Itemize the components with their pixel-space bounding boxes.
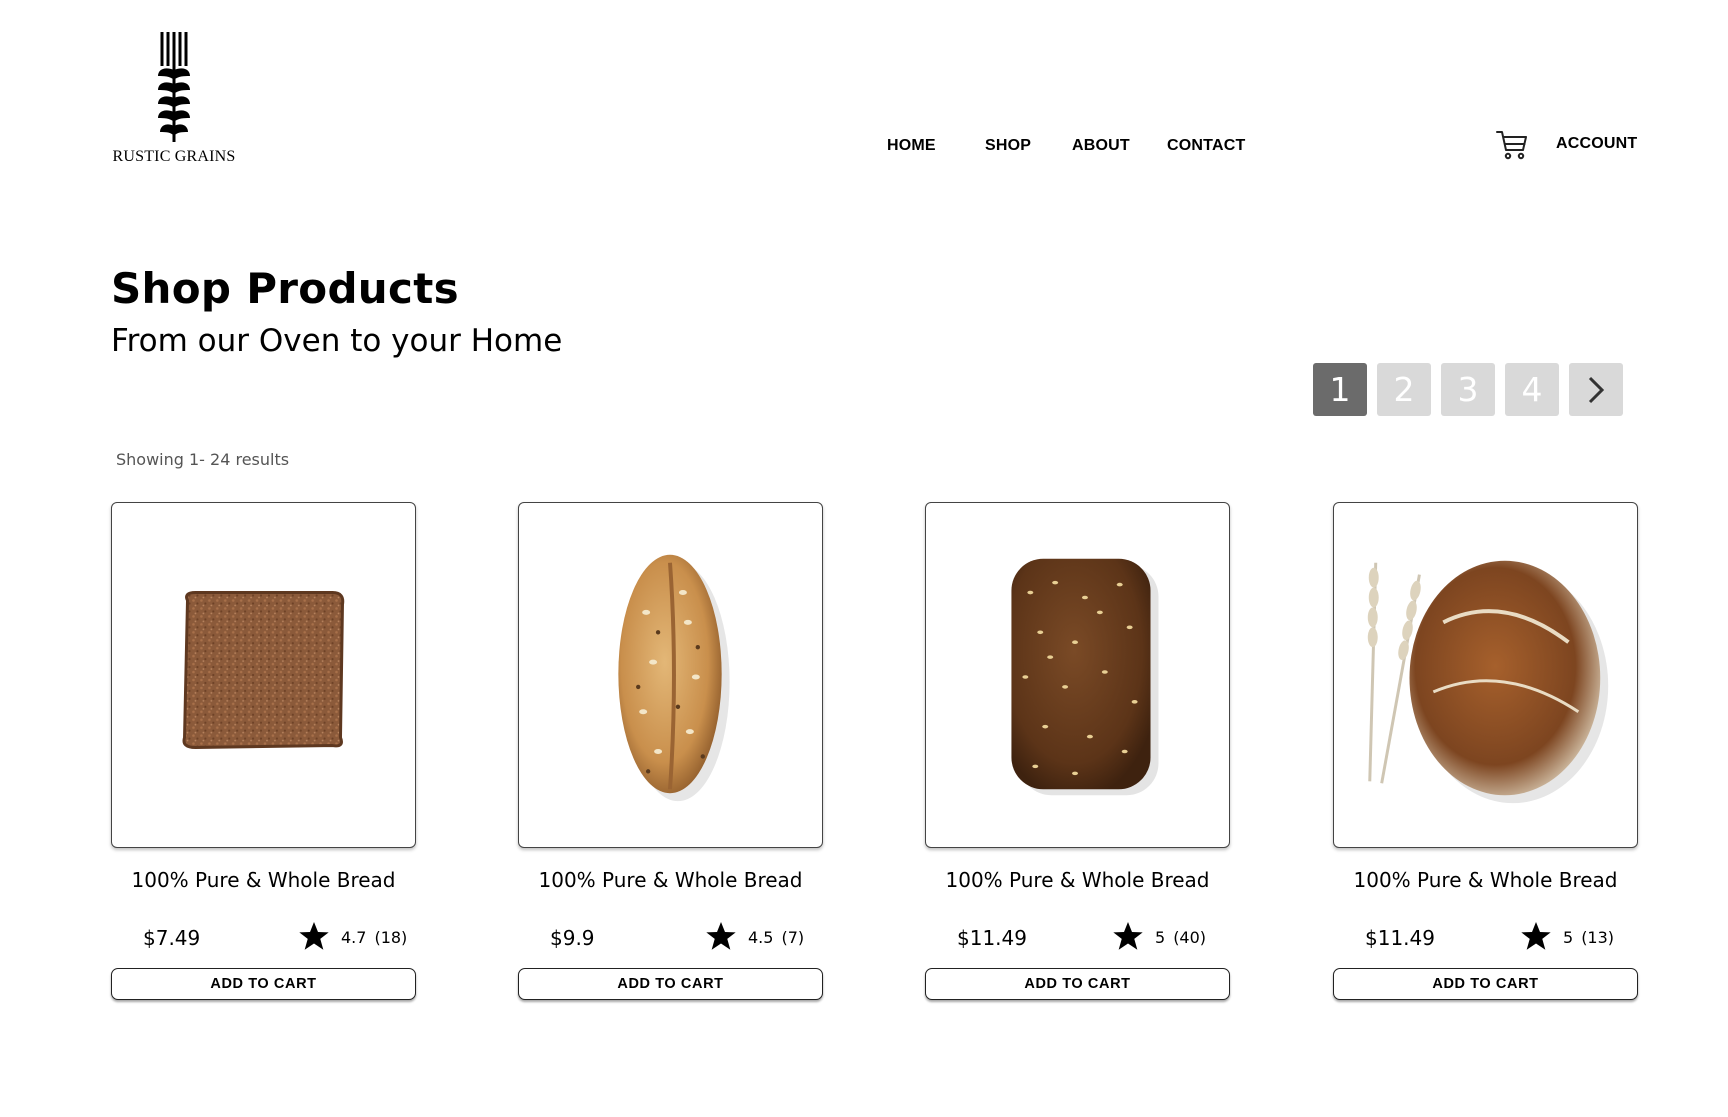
page-button-2[interactable]: 2: [1377, 363, 1431, 416]
brand-name: RUSTIC GRAINS: [112, 148, 236, 165]
add-to-cart-button[interactable]: ADD TO CART: [111, 968, 416, 1000]
rating-value: 5: [1155, 928, 1166, 947]
page-title: Shop Products: [111, 264, 459, 313]
pagination: 1 2 3 4: [1313, 363, 1623, 416]
product-name[interactable]: 100% Pure & Whole Bread: [1333, 868, 1638, 892]
rye-bread-slice-image: [182, 591, 345, 750]
seeded-oval-loaf-image: [618, 554, 730, 802]
product-image[interactable]: [518, 502, 823, 848]
product-rating: 5 (40): [1155, 928, 1206, 947]
chevron-right-icon: [1588, 376, 1605, 403]
product-image[interactable]: [111, 502, 416, 848]
brand-logo[interactable]: RUSTIC GRAINS: [112, 30, 236, 166]
review-count: (13): [1581, 928, 1615, 947]
product-price: $9.9: [550, 926, 595, 950]
sourdough-boule-with-wheat-image: [1367, 560, 1609, 804]
product-rating: 4.5 (7): [748, 928, 804, 947]
review-count: (7): [781, 928, 805, 947]
product-name[interactable]: 100% Pure & Whole Bread: [518, 868, 823, 892]
wheat-icon: [158, 32, 190, 142]
star-icon: [1521, 922, 1551, 950]
product-price: $11.49: [1365, 926, 1435, 950]
results-count: Showing 1- 24 results: [116, 450, 290, 469]
shopping-cart-icon[interactable]: [1495, 128, 1529, 162]
product-image[interactable]: [925, 502, 1230, 848]
nav-shop[interactable]: SHOP: [985, 137, 1031, 155]
product-rating: 4.7 (18): [341, 928, 407, 947]
nav-home[interactable]: HOME: [887, 137, 936, 155]
account-link[interactable]: ACCOUNT: [1556, 135, 1637, 153]
rating-value: 4.5: [748, 928, 774, 947]
page-subtitle: From our Oven to your Home: [111, 323, 563, 359]
sesame-whole-grain-loaf-image: [1011, 558, 1159, 796]
product-price: $7.49: [143, 926, 201, 950]
star-icon: [1113, 922, 1143, 950]
review-count: (18): [374, 928, 408, 947]
product-card: 100% Pure & Whole Bread $11.49 5 (40) ADD…: [925, 502, 1230, 1000]
product-name[interactable]: 100% Pure & Whole Bread: [925, 868, 1230, 892]
page-button-4[interactable]: 4: [1505, 363, 1559, 416]
star-icon: [706, 922, 736, 950]
nav-contact[interactable]: CONTACT: [1167, 137, 1245, 155]
review-count: (40): [1173, 928, 1207, 947]
next-page-button[interactable]: [1569, 363, 1623, 416]
add-to-cart-button[interactable]: ADD TO CART: [1333, 968, 1638, 1000]
product-rating: 5 (13): [1563, 928, 1614, 947]
product-card: 100% Pure & Whole Bread $7.49 4.7 (18) AD…: [111, 502, 416, 1000]
page-button-1[interactable]: 1: [1313, 363, 1367, 416]
page-button-3[interactable]: 3: [1441, 363, 1495, 416]
rating-value: 4.7: [341, 928, 367, 947]
product-price: $11.49: [957, 926, 1027, 950]
product-card: 100% Pure & Whole Bread $11.49 5 (13) ADD…: [1333, 502, 1638, 1000]
product-card: 100% Pure & Whole Bread $9.9 4.5 (7) ADD …: [518, 502, 823, 1000]
nav-about[interactable]: ABOUT: [1072, 137, 1130, 155]
product-name[interactable]: 100% Pure & Whole Bread: [111, 868, 416, 892]
rating-value: 5: [1563, 928, 1574, 947]
add-to-cart-button[interactable]: ADD TO CART: [925, 968, 1230, 1000]
star-icon: [299, 922, 329, 950]
product-image[interactable]: [1333, 502, 1638, 848]
add-to-cart-button[interactable]: ADD TO CART: [518, 968, 823, 1000]
